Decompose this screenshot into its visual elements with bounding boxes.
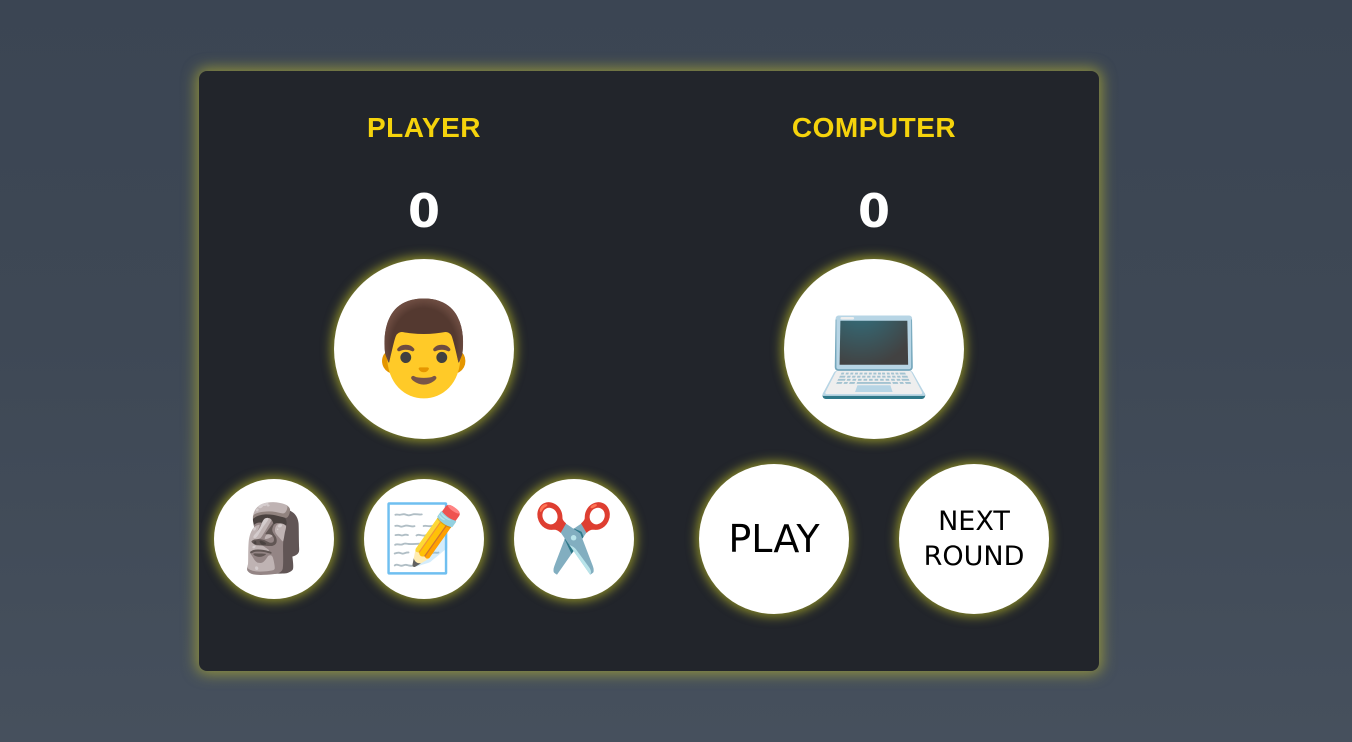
- scissors-icon: ✂️: [532, 500, 616, 577]
- memo-icon: 📝: [382, 500, 466, 577]
- moai-icon: 🗿: [232, 500, 316, 577]
- player-title: PLAYER: [366, 112, 481, 143]
- laptop-icon: 💻: [816, 295, 932, 402]
- play-button-label: PLAY: [728, 517, 820, 561]
- rock-button[interactable]: 🗿: [214, 479, 334, 599]
- next-round-button[interactable]: NEXT ROUND: [899, 464, 1049, 614]
- computer-score: 0: [857, 184, 890, 238]
- computer-title: COMPUTER: [791, 112, 957, 143]
- man-icon: 👨: [366, 295, 482, 402]
- scissors-button[interactable]: ✂️: [514, 479, 634, 599]
- next-round-button-label: NEXT ROUND: [923, 506, 1025, 572]
- computer-avatar: 💻: [784, 259, 964, 439]
- player-score: 0: [407, 184, 440, 238]
- paper-button[interactable]: 📝: [364, 479, 484, 599]
- play-button[interactable]: PLAY: [699, 464, 849, 614]
- player-avatar: 👨: [334, 259, 514, 439]
